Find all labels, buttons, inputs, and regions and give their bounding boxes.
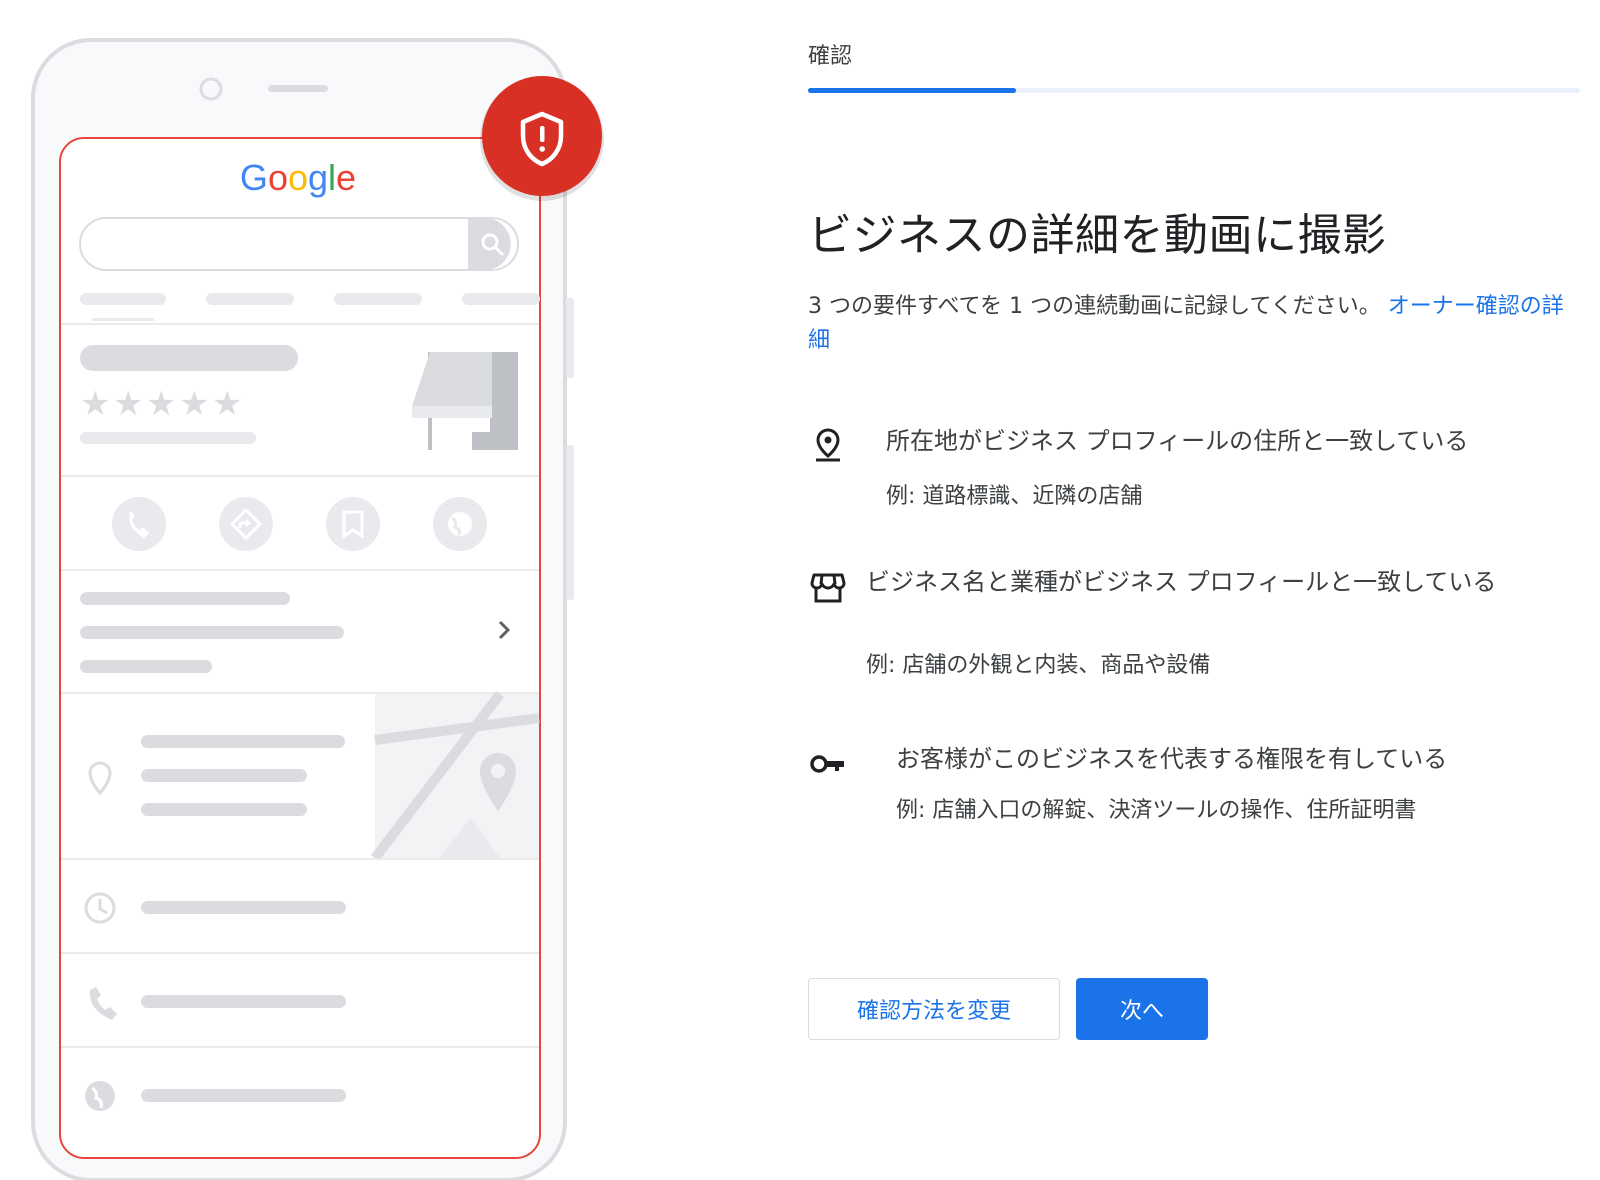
phone-illustration: Google ★ ★ ★ ★ ★: [0, 0, 640, 1180]
requirement-text: お客様がこのビジネスを代表する権限を有している: [896, 745, 1448, 773]
requirement-example: 例: 店舗入口の解錠、決済ツールの操作、住所証明書: [896, 798, 1417, 823]
bookmark-icon: [326, 497, 380, 551]
svg-text:★: ★: [212, 384, 242, 424]
next-button[interactable]: 次へ: [1076, 978, 1208, 1040]
mock-search-bar: [79, 217, 519, 271]
verification-panel: 確認 ビジネスの詳細を動画に撮影 3 つの要件すべてを 1 つの連続動画に記録し…: [808, 0, 1588, 1180]
progress-bar: [808, 88, 1580, 93]
intro-text: 3 つの要件すべてを 1 つの連続動画に記録してください。: [808, 294, 1381, 319]
requirement-example: 例: 道路標識、近隣の店舗: [886, 484, 1143, 509]
phone-speaker: [268, 85, 328, 92]
google-logo: Google: [240, 157, 356, 198]
storefront-icon: [810, 573, 846, 603]
requirement-text: ビジネス名と業種がビジネス プロフィールと一致している: [866, 568, 1497, 596]
phone-illustration-svg: Google ★ ★ ★ ★ ★: [31, 38, 604, 1180]
step-label: 確認: [808, 44, 853, 69]
page-title: ビジネスの詳細を動画に撮影: [808, 210, 1387, 262]
phone-icon: [112, 497, 166, 551]
phone-side-button: [566, 298, 574, 378]
requirement-text: 所在地がビジネス プロフィールの住所と一致している: [886, 427, 1469, 455]
svg-text:★: ★: [146, 384, 176, 424]
intro-paragraph: 3 つの要件すべてを 1 つの連続動画に記録してください。 オーナー確認の詳細: [808, 290, 1578, 358]
star-rating: ★ ★ ★ ★ ★: [80, 384, 242, 424]
phone-side-button: [566, 445, 574, 600]
key-icon: [810, 755, 844, 773]
shield-alert-icon: [480, 76, 604, 201]
svg-text:★: ★: [80, 384, 110, 424]
requirement-authority: お客様がこのビジネスを代表する権限を有している 例: 店舗入口の解錠、決済ツール…: [808, 742, 1588, 832]
mock-map: [371, 690, 540, 862]
location-pin-icon: [816, 428, 840, 462]
change-method-button[interactable]: 確認方法を変更: [808, 978, 1060, 1040]
requirement-location: 所在地がビジネス プロフィールの住所と一致している 例: 道路標識、近隣の店舗: [808, 420, 1588, 510]
requirement-business-name: ビジネス名と業種がビジネス プロフィールと一致している 例: 店舗の外観と内装、…: [808, 565, 1588, 695]
mock-business-name: [80, 345, 298, 371]
requirement-example: 例: 店舗の外観と内装、商品や設備: [866, 653, 1211, 678]
svg-text:★: ★: [179, 384, 209, 424]
progress-fill: [808, 88, 1017, 93]
svg-text:★: ★: [113, 384, 143, 424]
